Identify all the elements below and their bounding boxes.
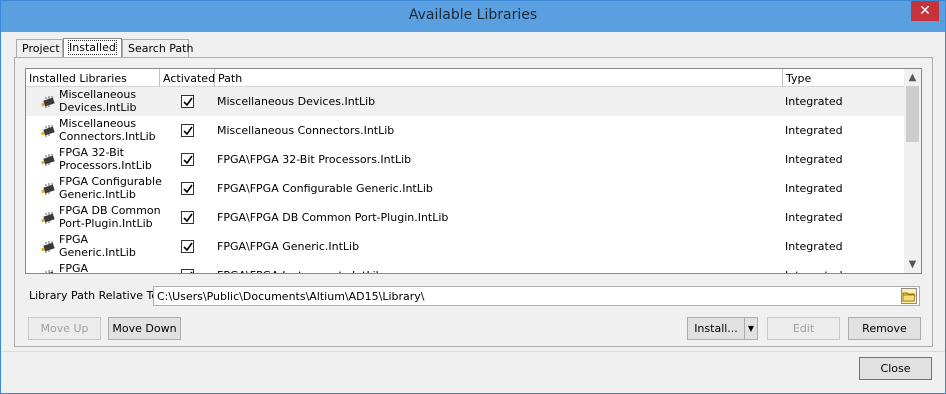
- tab-search-path-label: Search Path: [128, 42, 194, 55]
- grid-vertical-scrollbar[interactable]: ▲ ▼: [904, 69, 921, 273]
- remove-button[interactable]: Remove: [848, 317, 921, 340]
- install-dropdown-arrow[interactable]: ▼: [744, 317, 758, 340]
- checkmark-icon: [183, 184, 193, 194]
- col-type[interactable]: Type: [783, 69, 905, 87]
- tab-installed[interactable]: Installed: [63, 38, 122, 58]
- library-chip-icon: [40, 96, 58, 108]
- col-activated[interactable]: Activated: [160, 69, 215, 87]
- grid-rows: Miscellaneous Devices.IntLib Miscellaneo…: [26, 87, 905, 274]
- close-button[interactable]: Close: [859, 357, 932, 380]
- library-name-line2: Processors.IntLib: [59, 159, 152, 172]
- scroll-down-arrow[interactable]: ▼: [904, 256, 921, 273]
- library-chip-icon: [40, 241, 58, 253]
- checkmark-icon: [183, 97, 193, 107]
- library-path-cell: Miscellaneous Devices.IntLib: [217, 95, 376, 108]
- library-name-line2: Port-Plugin.IntLib: [59, 217, 153, 230]
- activated-checkbox[interactable]: [181, 240, 194, 253]
- library-name-line1: FPGA: [59, 233, 89, 246]
- table-row[interactable]: Miscellaneous Connectors.IntLib Miscella…: [26, 116, 905, 145]
- library-type-cell: Integrated: [785, 95, 843, 108]
- library-type-cell: Integrated: [785, 211, 843, 224]
- activated-checkbox[interactable]: [181, 124, 194, 137]
- library-path-field[interactable]: C:\Users\Public\Documents\Altium\AD15\Li…: [153, 286, 920, 306]
- library-name-line2: Connectors.IntLib: [59, 130, 156, 143]
- tab-project-label: Project: [22, 42, 60, 55]
- table-row[interactable]: FPGA Configurable Generic.IntLib FPGA\FP…: [26, 174, 905, 203]
- library-type-cell: Integrated: [785, 182, 843, 195]
- tab-search-path[interactable]: Search Path: [122, 39, 193, 57]
- table-row[interactable]: FPGA DB Common Port-Plugin.IntLib FPGA\F…: [26, 203, 905, 232]
- tab-installed-label: Installed: [68, 40, 117, 55]
- library-chip-icon: [40, 154, 58, 166]
- library-name-line2: Generic.IntLib: [59, 188, 136, 201]
- library-type-cell: Integrated: [785, 269, 843, 273]
- table-row[interactable]: FPGA 32-Bit Processors.IntLib FPGA\FPGA …: [26, 145, 905, 174]
- library-path-cell: FPGA\FPGA Instruments.IntLib: [217, 269, 383, 273]
- library-chip-icon: [40, 125, 58, 137]
- library-path-cell: FPGA\FPGA 32-Bit Processors.IntLib: [217, 153, 412, 166]
- activated-checkbox[interactable]: [181, 182, 194, 195]
- library-type-cell: Integrated: [785, 124, 843, 137]
- tab-project[interactable]: Project: [16, 39, 63, 57]
- table-row[interactable]: FPGA FPGA\FPGA Instruments.IntLib Integr…: [26, 261, 905, 274]
- activated-checkbox[interactable]: [181, 269, 194, 273]
- scroll-thumb[interactable]: [906, 86, 919, 142]
- footer-divider: [1, 351, 945, 352]
- installed-panel: Installed Libraries Activated Path Type …: [14, 57, 933, 347]
- library-path-cell: Miscellaneous Connectors.IntLib: [217, 124, 395, 137]
- col-installed-libraries[interactable]: Installed Libraries: [26, 69, 160, 87]
- edit-button[interactable]: Edit: [767, 317, 840, 340]
- checkmark-icon: [183, 126, 193, 136]
- col-path[interactable]: Path: [215, 69, 783, 87]
- library-chip-icon: [40, 270, 58, 273]
- install-button[interactable]: Install...: [687, 317, 745, 340]
- library-chip-icon: [40, 212, 58, 224]
- activated-checkbox[interactable]: [181, 211, 194, 224]
- checkmark-icon: [183, 155, 193, 165]
- scroll-up-arrow[interactable]: ▲: [904, 69, 921, 86]
- table-row[interactable]: FPGA Generic.IntLib FPGA\FPGA Generic.In…: [26, 232, 905, 261]
- library-chip-icon: [40, 183, 58, 195]
- move-down-button[interactable]: Move Down: [108, 317, 181, 340]
- library-name-line2: Devices.IntLib: [59, 101, 137, 114]
- library-name-line1: FPGA Configurable: [59, 175, 162, 188]
- window-close-button[interactable]: ✕: [911, 1, 939, 21]
- title-bar: Available Libraries ✕: [1, 1, 945, 32]
- library-name-line1: Miscellaneous: [59, 117, 137, 130]
- table-row[interactable]: Miscellaneous Devices.IntLib Miscellaneo…: [26, 87, 905, 116]
- libraries-grid: Installed Libraries Activated Path Type …: [25, 68, 922, 274]
- library-path-cell: FPGA\FPGA Configurable Generic.IntLib: [217, 182, 433, 195]
- library-path-label: Library Path Relative To:: [29, 289, 162, 302]
- library-path-cell: FPGA\FPGA Generic.IntLib: [217, 240, 360, 253]
- activated-checkbox[interactable]: [181, 153, 194, 166]
- grid-header: Installed Libraries Activated Path Type: [26, 69, 905, 87]
- available-libraries-dialog: Available Libraries ✕ Project Installed …: [0, 0, 946, 394]
- checkmark-icon: [190, 271, 193, 273]
- library-path-cell: FPGA\FPGA DB Common Port-Plugin.IntLib: [217, 211, 449, 224]
- library-path-value: C:\Users\Public\Documents\Altium\AD15\Li…: [157, 290, 425, 303]
- library-name-line1: FPGA: [59, 262, 89, 274]
- library-type-cell: Integrated: [785, 153, 843, 166]
- folder-icon[interactable]: [901, 288, 917, 304]
- activated-checkbox[interactable]: [181, 95, 194, 108]
- checkmark-icon: [183, 242, 193, 252]
- library-name-line1: Miscellaneous: [59, 88, 137, 101]
- checkmark-icon: [183, 213, 193, 223]
- library-name-line1: FPGA 32-Bit: [59, 146, 124, 159]
- library-name-line1: FPGA DB Common: [59, 204, 161, 217]
- library-type-cell: Integrated: [785, 240, 843, 253]
- library-name-line2: Generic.IntLib: [59, 246, 136, 259]
- window-title: Available Libraries: [408, 7, 538, 23]
- move-up-button[interactable]: Move Up: [28, 317, 101, 340]
